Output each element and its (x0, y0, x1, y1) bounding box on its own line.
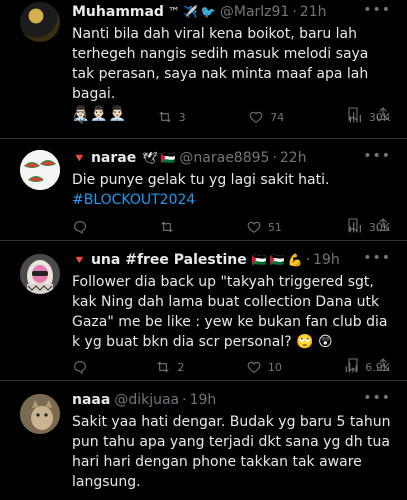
tweet-header: 🔻 una #free Palestine 🇵🇸 🇵🇸 💪 · 19h (72, 250, 391, 270)
reply-icon (74, 111, 86, 125)
reply-button[interactable] (72, 219, 94, 235)
more-icon[interactable]: ••• (363, 390, 391, 406)
reply-button[interactable] (72, 359, 94, 375)
tweet-feed: Muhammad ™ ✈️ 🐦 @Marlz91 · 21h ••• Nanti… (0, 0, 407, 500)
triangle-icon: 🔻 (72, 151, 87, 165)
avatar[interactable] (20, 394, 60, 434)
tweet-header: Muhammad ™ ✈️ 🐦 @Marlz91 · 21h (72, 2, 391, 22)
like-count: 51 (267, 220, 282, 234)
handle[interactable]: @narae8895 (179, 150, 269, 166)
palestine-flag-icon: 🇵🇸 (160, 151, 176, 165)
tweet-content: Muhammad ™ ✈️ 🐦 @Marlz91 · 21h ••• Nanti… (72, 2, 391, 125)
tweet-header: naaa @dikjuaa · 19h (72, 390, 391, 410)
reply-icon (74, 361, 86, 375)
retweet-button[interactable]: 2 (155, 359, 184, 375)
reply-icon (74, 221, 86, 235)
tweet-actions: 2 10 6.9K (72, 358, 390, 376)
like-count: 10 (267, 360, 282, 374)
handle[interactable]: @dikjuaa (114, 392, 179, 408)
retweet-icon (161, 221, 173, 233)
palestine-flag-icon: 🇵🇸 (269, 253, 285, 267)
hashtag-link[interactable]: #BLOCKOUT2024 (72, 190, 392, 210)
flexed-biceps-icon: 💪 (287, 253, 303, 267)
display-name[interactable]: una #free Palestine (91, 252, 247, 268)
timestamp[interactable]: 19h (313, 252, 340, 268)
avatar[interactable] (20, 254, 60, 294)
cat-avatar-icon (20, 394, 60, 434)
tweet-content: naaa @dikjuaa · 19h ••• Sakit yaa hati d… (72, 390, 391, 492)
tweet-content: 🔻 una #free Palestine 🇵🇸 🇵🇸 💪 · 19h ••• … (72, 250, 391, 375)
tweet-trail (345, 217, 391, 237)
like-button[interactable]: 51 (246, 219, 282, 235)
retweet-count: 3 (178, 110, 186, 124)
keffiyeh-avatar-icon (20, 254, 60, 294)
more-icon[interactable]: ••• (363, 250, 391, 266)
retweet-button[interactable] (159, 219, 181, 235)
heart-icon (249, 111, 263, 123)
trademark-icon: ™ (167, 5, 180, 19)
avatar[interactable] (20, 150, 60, 190)
palestine-flag-icon: 🇵🇸 (251, 253, 267, 267)
tweet-content: 🔻 narae 🕊 🇵🇸 @narae8895 · 22h ••• Die pu… (72, 148, 392, 235)
heart-icon (247, 361, 261, 373)
retweet-count: 2 (177, 360, 185, 374)
more-icon[interactable]: ••• (363, 2, 391, 18)
tweet-header: 🔻 narae 🕊 🇵🇸 @narae8895 · 22h (72, 148, 391, 168)
avatar[interactable] (20, 2, 60, 42)
tweet-text: Sakit yaa hati dengar. Budak yg baru 5 t… (72, 414, 391, 490)
tweet-text: Nanti bila dah viral kena boikot, baru l… (72, 26, 369, 102)
tweet-trail (345, 357, 391, 377)
like-count: 74 (270, 110, 285, 124)
tweet[interactable]: naaa @dikjuaa · 19h ••• Sakit yaa hati d… (0, 380, 407, 500)
bookmark-icon[interactable] (345, 106, 361, 126)
tweet-actions: 3 74 30K (72, 108, 390, 126)
airplane-icon: ✈️ (182, 5, 198, 19)
reply-button[interactable] (72, 109, 94, 125)
tweet[interactable]: 🔻 narae 🕊 🇵🇸 @narae8895 · 22h ••• Die pu… (0, 138, 407, 240)
timestamp[interactable]: 22h (280, 150, 307, 166)
retweet-button[interactable]: 3 (157, 109, 186, 125)
heart-icon (247, 221, 261, 233)
timestamp[interactable]: 21h (300, 4, 327, 20)
display-name[interactable]: naaa (72, 392, 110, 408)
bookmark-icon[interactable] (345, 357, 361, 377)
separator-dot: · (292, 4, 297, 20)
dove-icon: 🕊 (142, 151, 158, 165)
display-name[interactable]: Muhammad (72, 4, 164, 20)
share-icon[interactable] (375, 357, 391, 377)
tweet-text: Die punye gelak tu yg lagi sakit hati. (72, 172, 330, 188)
timestamp[interactable]: 19h (190, 392, 217, 408)
like-button[interactable]: 10 (246, 359, 282, 375)
display-name[interactable]: narae (91, 150, 136, 166)
retweet-icon (157, 361, 170, 373)
share-icon[interactable] (375, 106, 391, 126)
share-icon[interactable] (375, 217, 391, 237)
watermelon-avatar-icon (20, 150, 60, 190)
triangle-icon: 🔻 (72, 253, 87, 267)
more-icon[interactable]: ••• (363, 148, 391, 164)
tweet-trail (345, 106, 391, 126)
bird-icon: 🐦 (200, 5, 216, 19)
tweet[interactable]: 🔻 una #free Palestine 🇵🇸 🇵🇸 💪 · 19h ••• … (0, 240, 407, 380)
separator-dot: · (305, 252, 311, 268)
retweet-icon (158, 111, 171, 123)
tweet[interactable]: Muhammad ™ ✈️ 🐦 @Marlz91 · 21h ••• Nanti… (0, 0, 407, 132)
separator-dot: · (272, 150, 277, 166)
like-button[interactable]: 74 (248, 109, 284, 125)
separator-dot: · (182, 392, 187, 408)
tweet-text: Follower dia back up "takyah triggered s… (72, 274, 388, 350)
handle[interactable]: @Marlz91 (220, 4, 289, 20)
bookmark-icon[interactable] (345, 217, 361, 237)
tweet-actions: 51 30K (72, 218, 390, 236)
